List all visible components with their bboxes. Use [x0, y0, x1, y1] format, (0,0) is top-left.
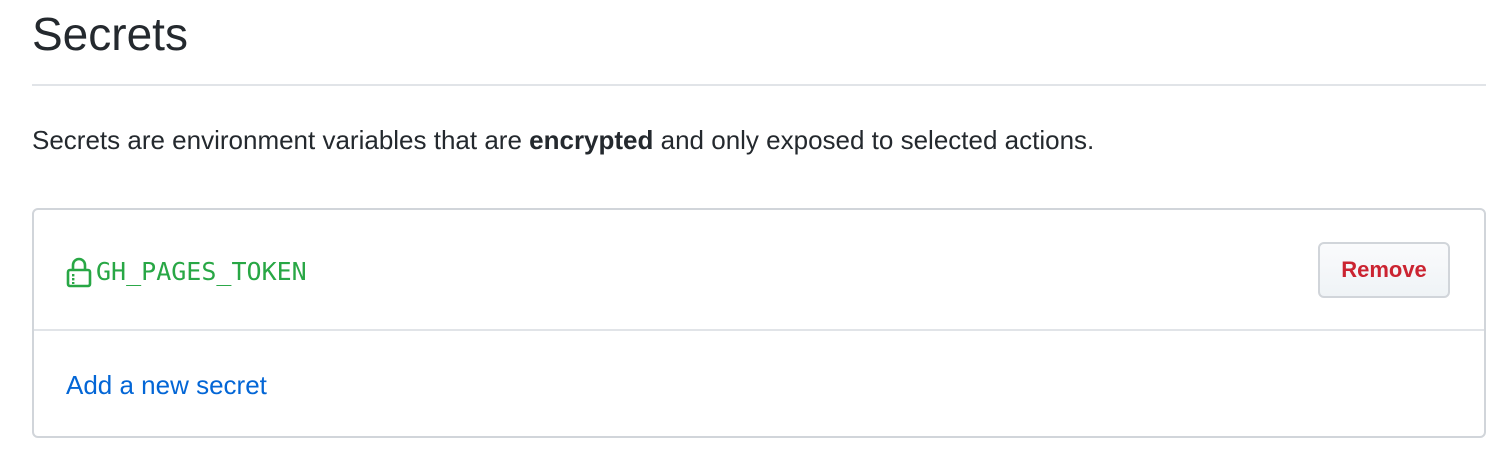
- secrets-list: GH_PAGES_TOKEN Remove Add a new secret: [32, 208, 1486, 438]
- description-emphasis: encrypted: [529, 125, 654, 155]
- secret-name: GH_PAGES_TOKEN: [96, 257, 307, 286]
- secret-row: GH_PAGES_TOKEN Remove: [34, 210, 1484, 331]
- secrets-description: Secrets are environment variables that a…: [32, 123, 1094, 157]
- lock-icon: [66, 257, 92, 288]
- add-secret-link[interactable]: Add a new secret: [66, 368, 267, 402]
- description-text-before: Secrets are environment variables that a…: [32, 125, 530, 155]
- page-title: Secrets: [32, 8, 188, 60]
- remove-secret-button[interactable]: Remove: [1318, 242, 1450, 298]
- description-text-after: and only exposed to selected actions.: [653, 125, 1095, 155]
- title-divider: [32, 84, 1486, 86]
